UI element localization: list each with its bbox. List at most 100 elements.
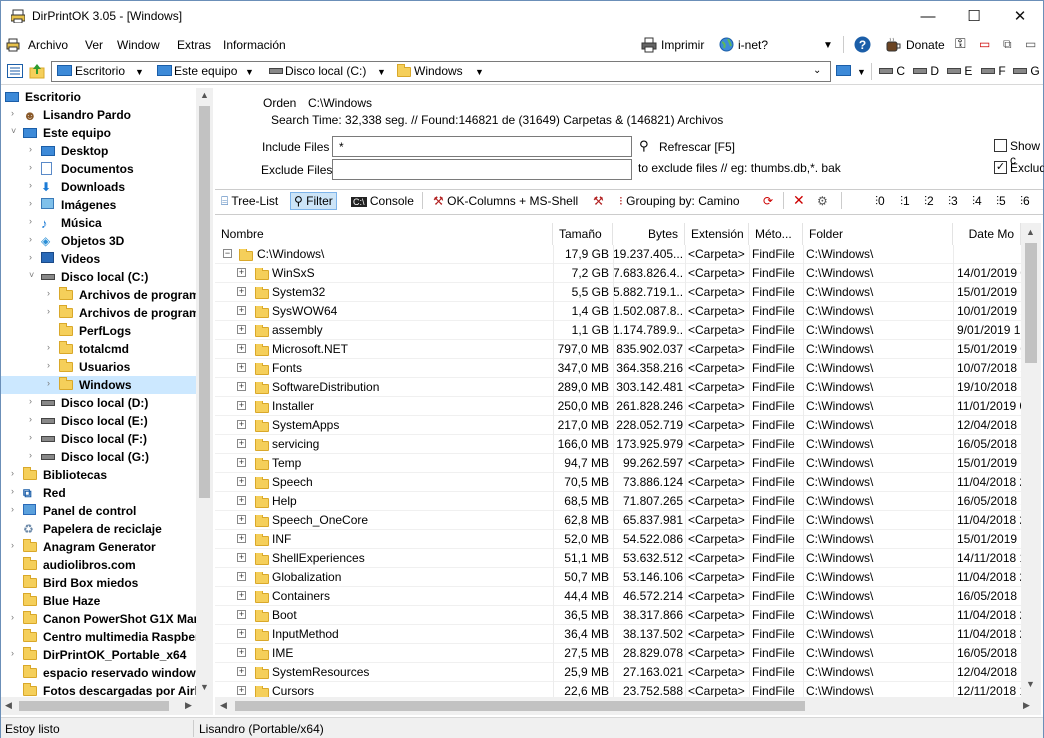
- scroll-left-icon[interactable]: ◀: [220, 700, 227, 711]
- level-5-button[interactable]: ⫶5: [996, 194, 1006, 209]
- table-row[interactable]: + Help 68,5 MB 71.807.265 <Carpeta> FindFile C…: [215, 492, 1021, 511]
- tree-item[interactable]: › Canon PowerShot G1X Mar: [1, 610, 198, 628]
- filter-button[interactable]: ⚲ Filter: [290, 192, 337, 210]
- scroll-down-icon[interactable]: ▼: [1026, 679, 1035, 689]
- folder-up-icon[interactable]: [29, 63, 45, 79]
- expand-icon[interactable]: ›: [11, 486, 21, 496]
- table-row[interactable]: + Microsoft.NET 797,0 MB 835.902.037 <Carpet…: [215, 340, 1021, 359]
- tree-vertical-scrollbar[interactable]: ▲ ▼: [196, 88, 213, 697]
- tree-item[interactable]: ˅ Este equipo: [1, 124, 196, 142]
- grouping-button[interactable]: ⁝ Grouping by: Camino: [619, 194, 740, 208]
- chevron-down-icon[interactable]: ▼: [245, 67, 254, 77]
- expand-icon[interactable]: +: [237, 287, 246, 296]
- table-row[interactable]: + Boot 36,5 MB 38.317.866 <Carpeta> FindFile C…: [215, 606, 1021, 625]
- inet-button[interactable]: i-net?: [738, 38, 768, 52]
- view-list-icon[interactable]: [7, 64, 23, 78]
- table-row[interactable]: + InputMethod 36,4 MB 38.137.502 <Carpeta> Fi…: [215, 625, 1021, 644]
- table-row[interactable]: + SystemResources 25,9 MB 27.163.021 <Carpet…: [215, 663, 1021, 682]
- tree-item[interactable]: Blue Haze: [1, 592, 196, 610]
- tree-item[interactable]: › Archivos de program: [1, 286, 200, 304]
- expand-icon[interactable]: +: [237, 401, 246, 410]
- drive-f-button[interactable]: F: [981, 64, 1006, 78]
- tree-horizontal-scrollbar[interactable]: ◀ ▶: [1, 697, 213, 715]
- print-button[interactable]: Imprimir: [661, 38, 704, 52]
- table-row[interactable]: + Globalization 50,7 MB 53.146.106 <Carpeta>…: [215, 568, 1021, 587]
- expand-icon[interactable]: ›: [11, 648, 21, 658]
- scroll-right-icon[interactable]: ▶: [185, 700, 192, 711]
- drive-d-button[interactable]: D: [913, 64, 939, 78]
- table-row[interactable]: + IME 27,5 MB 28.829.078 <Carpeta> FindFile C:…: [215, 644, 1021, 663]
- expand-icon[interactable]: ›: [29, 414, 39, 424]
- donate-button[interactable]: Donate: [906, 38, 945, 52]
- table-row[interactable]: + Temp 94,7 MB 99.262.597 <Carpeta> FindFile C…: [215, 454, 1021, 473]
- minimize-doc-icon[interactable]: ▭: [1025, 37, 1036, 51]
- table-row[interactable]: + SysWOW64 1,4 GB 1.502.087.8... <Carpeta> Fi…: [215, 302, 1021, 321]
- expand-icon[interactable]: +: [237, 610, 246, 619]
- expand-icon[interactable]: ›: [47, 288, 57, 298]
- table-row[interactable]: + SoftwareDistribution 289,0 MB 303.142.481…: [215, 378, 1021, 397]
- console-button[interactable]: C:\ Console: [351, 194, 414, 208]
- refresh-button[interactable]: Refrescar [F5]: [659, 140, 735, 154]
- refresh-icon[interactable]: ⚲: [639, 138, 649, 154]
- tree-item[interactable]: ♻ Papelera de reciclaje: [1, 520, 196, 538]
- expand-icon[interactable]: ›: [29, 198, 39, 208]
- scrollbar-thumb[interactable]: [1025, 243, 1037, 363]
- restore-doc-icon[interactable]: ⧉: [1003, 37, 1012, 52]
- drive-g-button[interactable]: G: [1013, 64, 1040, 78]
- expand-icon[interactable]: +: [237, 648, 246, 657]
- tree-item[interactable]: › ♪ Música: [1, 214, 196, 232]
- chevron-down-icon[interactable]: ▼: [135, 67, 144, 77]
- expand-icon[interactable]: +: [237, 382, 246, 391]
- column-header-bytes[interactable]: Bytes: [613, 223, 685, 245]
- expand-icon[interactable]: +: [237, 534, 246, 543]
- expand-icon[interactable]: +: [237, 496, 246, 505]
- scrollbar-thumb[interactable]: [19, 701, 169, 711]
- expand-icon[interactable]: ›: [29, 144, 39, 154]
- expand-icon[interactable]: ›: [29, 252, 39, 262]
- expand-icon[interactable]: +: [237, 667, 246, 676]
- table-row[interactable]: + System32 5,5 GB 5.882.719.1... <Carpeta> Fi…: [215, 283, 1021, 302]
- tree-item[interactable]: › DirPrintOK_Portable_x64: [1, 646, 196, 664]
- drive-e-button[interactable]: E: [947, 64, 972, 78]
- expand-icon[interactable]: ›: [29, 216, 39, 226]
- tree-item[interactable]: › Anagram Generator: [1, 538, 196, 556]
- level-4-button[interactable]: ⫶4: [972, 194, 982, 209]
- tree-item[interactable]: › ⧉ Red: [1, 484, 196, 502]
- tools-icon[interactable]: ⚒: [593, 194, 604, 208]
- scroll-down-icon[interactable]: ▼: [200, 682, 209, 692]
- tree-item[interactable]: PerfLogs: [1, 322, 196, 340]
- expand-icon[interactable]: +: [237, 325, 246, 334]
- tree-item[interactable]: › ⬇ Downloads: [1, 178, 196, 196]
- expand-icon[interactable]: ›: [11, 540, 21, 550]
- settings-icon[interactable]: ⚙: [817, 194, 828, 208]
- level-3-button[interactable]: ⫶3: [948, 194, 958, 209]
- table-row[interactable]: + ShellExperiences 51,1 MB 53.632.512 <Carpe…: [215, 549, 1021, 568]
- tree-item[interactable]: › Panel de control: [1, 502, 196, 520]
- expand-icon[interactable]: +: [237, 477, 246, 486]
- tree-item[interactable]: › ◈ Objetos 3D: [1, 232, 196, 250]
- tree-item[interactable]: Centro multimedia Raspber: [1, 628, 200, 646]
- exclude-files-input[interactable]: [332, 159, 632, 180]
- ok-columns-button[interactable]: ⚒ OK-Columns + MS-Shell: [433, 194, 578, 208]
- expand-icon[interactable]: +: [237, 686, 246, 695]
- expand-icon[interactable]: ›: [29, 162, 39, 172]
- drive-c-button[interactable]: C: [879, 64, 905, 78]
- help-icon[interactable]: ?: [854, 36, 871, 53]
- column-header-date[interactable]: Date Mo: [953, 223, 1021, 245]
- table-row[interactable]: + Fonts 347,0 MB 364.358.216 <Carpeta> FindFi…: [215, 359, 1021, 378]
- expand-icon[interactable]: +: [237, 268, 246, 277]
- table-row[interactable]: + WinSxS 7,2 GB 7.683.826.4... <Carpeta> Find…: [215, 264, 1021, 283]
- maximize-button[interactable]: ☐: [951, 1, 997, 32]
- expand-icon[interactable]: ›: [11, 612, 21, 622]
- tree-item[interactable]: › Archivos de program: [1, 304, 200, 322]
- table-row[interactable]: + Installer 250,0 MB 261.828.246 <Carpeta> Fi…: [215, 397, 1021, 416]
- level-2-button[interactable]: ⫶2: [924, 194, 934, 209]
- inet-dropdown-icon[interactable]: ▼: [823, 40, 833, 51]
- expand-icon[interactable]: ›: [11, 108, 21, 118]
- tree-item[interactable]: › ☻ Lisandro Pardo: [1, 106, 196, 124]
- table-row[interactable]: + INF 52,0 MB 54.522.086 <Carpeta> FindFile C:…: [215, 530, 1021, 549]
- tree-item[interactable]: › Disco local (D:): [1, 394, 196, 412]
- menu-window[interactable]: Window: [117, 38, 160, 52]
- scrollbar-thumb[interactable]: [235, 701, 805, 711]
- tree-item[interactable]: › Documentos: [1, 160, 196, 178]
